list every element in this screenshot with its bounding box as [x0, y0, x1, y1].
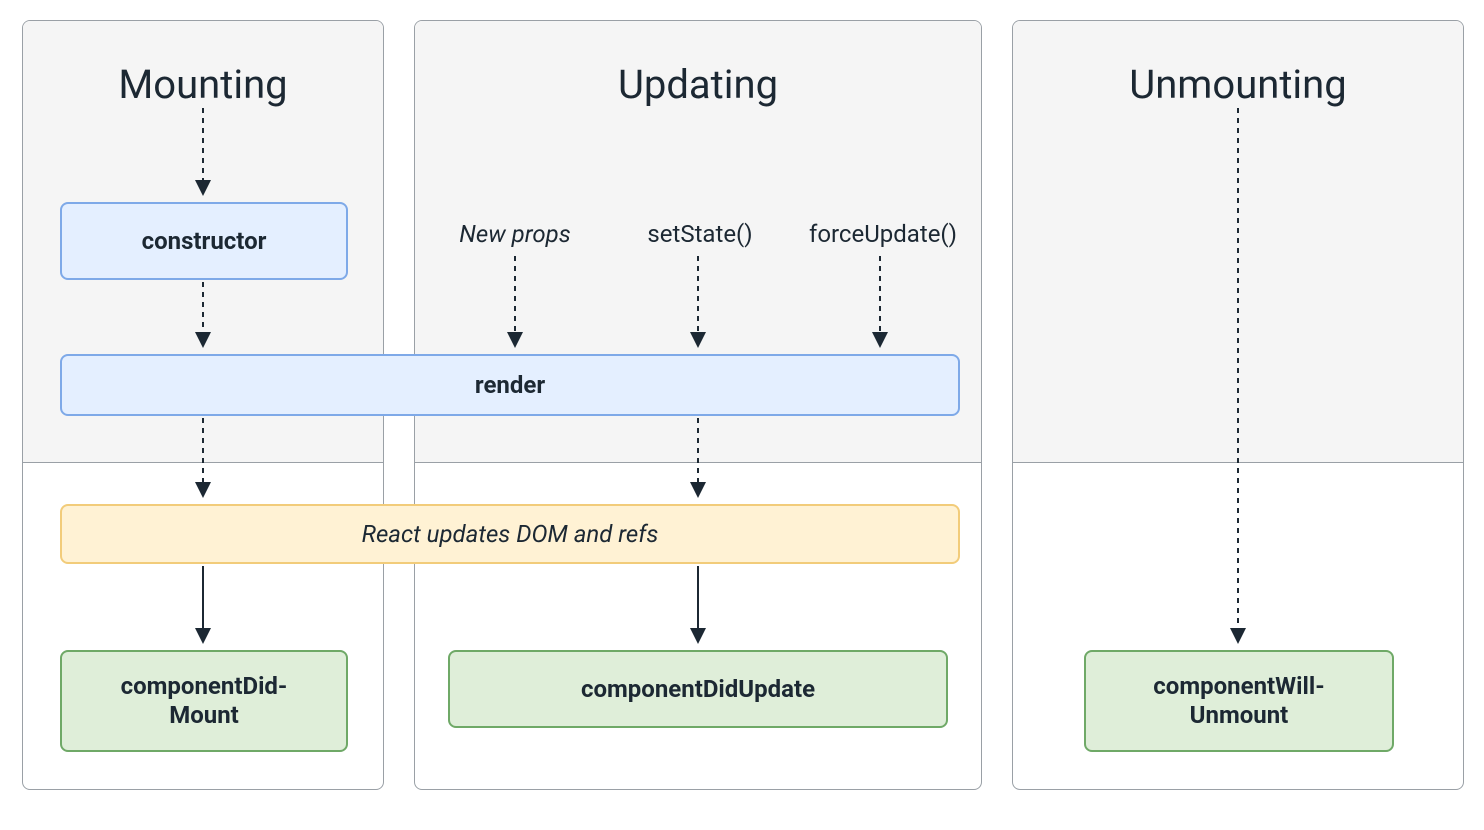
phase-unmounting-title: Unmounting [1013, 61, 1463, 108]
trigger-forceupdate: forceUpdate() [803, 220, 963, 248]
node-componentdidmount: componentDid- Mount [60, 650, 348, 752]
node-componentdidupdate-label: componentDidUpdate [581, 675, 815, 703]
lifecycle-diagram: Mounting Updating Unmounting constructor… [0, 0, 1484, 830]
node-render-label: render [475, 371, 545, 399]
node-constructor-label: constructor [142, 227, 267, 255]
node-react-updates: React updates DOM and refs [60, 504, 960, 564]
node-constructor: constructor [60, 202, 348, 280]
node-componentwillunmount-label: componentWill- Unmount [1153, 672, 1324, 730]
phase-updating-title: Updating [415, 61, 981, 108]
node-render: render [60, 354, 960, 416]
node-react-updates-label: React updates DOM and refs [362, 520, 659, 548]
phase-mounting-title: Mounting [23, 61, 383, 108]
trigger-setstate: setState() [640, 220, 760, 248]
trigger-newprops: New props [455, 220, 575, 248]
node-componentdidupdate: componentDidUpdate [448, 650, 948, 728]
node-componentwillunmount: componentWill- Unmount [1084, 650, 1394, 752]
node-componentdidmount-label: componentDid- Mount [121, 672, 288, 730]
